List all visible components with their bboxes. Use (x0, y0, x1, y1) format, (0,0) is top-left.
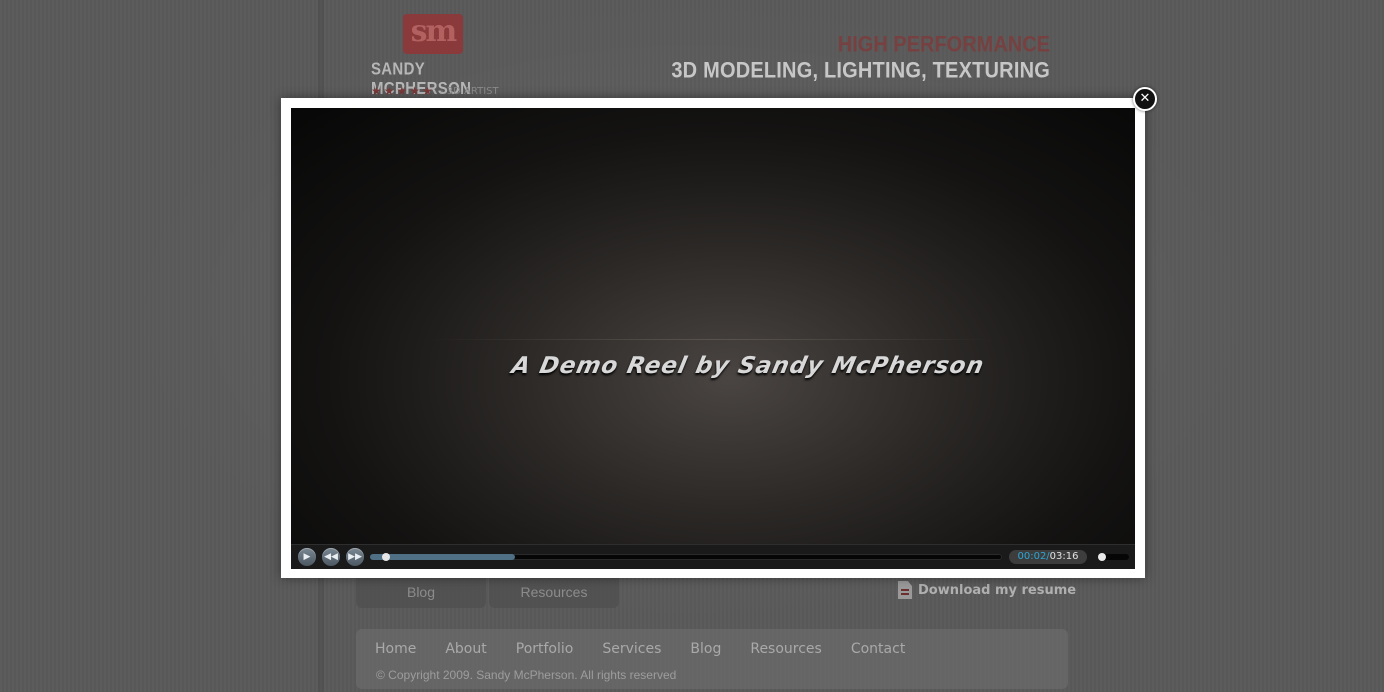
rating-stars: ★★★★★ (371, 84, 435, 98)
video-frame[interactable]: A Demo Reel by Sandy McPherson (291, 108, 1135, 544)
total-time: 03:16 (1049, 551, 1079, 562)
play-button[interactable]: ▶ (298, 548, 316, 566)
site-subtitle: - 3D ARTIST (440, 86, 499, 97)
rewind-icon: ◀◀ (324, 552, 338, 562)
rewind-button[interactable]: ◀◀ (322, 548, 340, 566)
footer-link-contact[interactable]: Contact (851, 641, 905, 657)
pdf-icon (898, 581, 912, 599)
footer: Home About Portfolio Services Blog Resou… (356, 629, 1068, 689)
current-time: 00:02/ (1017, 551, 1050, 562)
time-display: 00:02/03:16 (1009, 550, 1087, 564)
volume-slider[interactable] (1098, 553, 1129, 561)
footer-link-home[interactable]: Home (375, 641, 416, 657)
buffered-progress (370, 554, 516, 560)
footer-link-about[interactable]: About (445, 641, 486, 657)
footer-link-blog[interactable]: Blog (690, 641, 721, 657)
tagline-services: 3D MODELING, LIGHTING, TEXTURING (671, 58, 1050, 84)
tagline-high-performance: HIGH PERFORMANCE (837, 32, 1050, 58)
download-resume-link[interactable]: Download my resume (898, 581, 1076, 599)
fast-forward-button[interactable]: ▶▶ (346, 548, 364, 566)
footer-link-resources[interactable]: Resources (750, 641, 822, 657)
close-icon: ✕ (1139, 91, 1151, 106)
video-lightbox: A Demo Reel by Sandy McPherson ▶ ◀◀ ▶▶ 0… (281, 98, 1145, 578)
video-title: A Demo Reel by Sandy McPherson (509, 353, 987, 379)
fast-forward-icon: ▶▶ (348, 552, 362, 562)
footer-link-services[interactable]: Services (602, 641, 661, 657)
site-logo[interactable]: sm (403, 14, 463, 54)
close-button[interactable]: ✕ (1133, 87, 1157, 111)
download-resume-label: Download my resume (918, 582, 1077, 598)
video-controls: ▶ ◀◀ ▶▶ 00:02/03:16 (291, 544, 1135, 569)
volume-handle[interactable] (1098, 553, 1106, 561)
footer-link-portfolio[interactable]: Portfolio (516, 641, 574, 657)
play-icon: ▶ (303, 552, 311, 562)
seek-bar[interactable] (370, 553, 1002, 561)
footer-nav: Home About Portfolio Services Blog Resou… (375, 641, 905, 657)
copyright: © Copyright 2009. Sandy McPherson. All r… (376, 668, 677, 682)
